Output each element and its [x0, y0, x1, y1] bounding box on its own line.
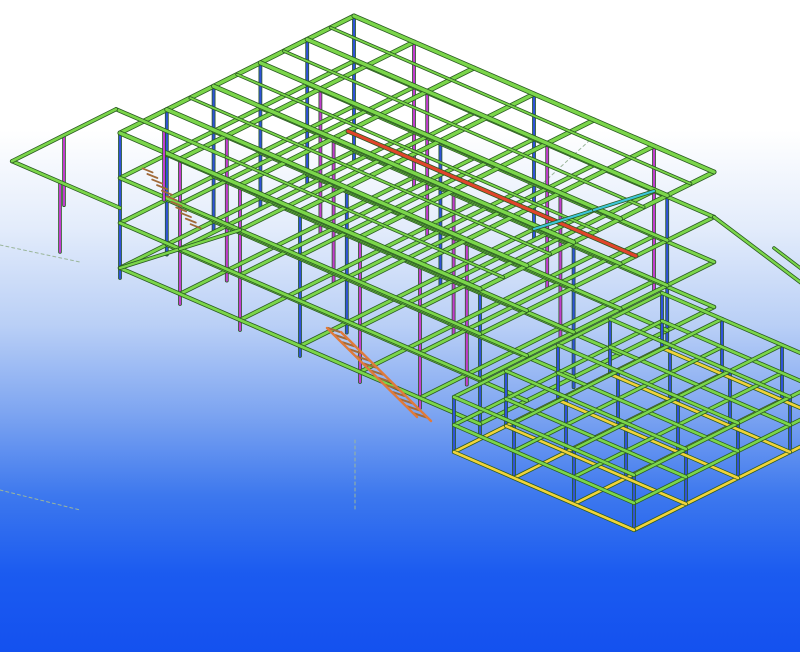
model-viewport[interactable] [0, 0, 800, 652]
stair-tread[interactable] [141, 167, 154, 174]
wing-beam[interactable] [10, 159, 122, 210]
guide-line [0, 489, 81, 511]
stair-tread[interactable] [146, 173, 159, 179]
steel-frame-model[interactable] [9, 13, 800, 533]
guide-line [0, 244, 81, 263]
stair-tread[interactable] [180, 212, 192, 218]
beam-transverse[interactable] [478, 215, 716, 336]
structure-scene[interactable] [0, 0, 800, 652]
stair-stringer[interactable] [325, 326, 419, 419]
stair-tread[interactable] [184, 217, 197, 224]
stair-tread[interactable] [151, 178, 164, 185]
red-beam[interactable] [346, 129, 638, 258]
